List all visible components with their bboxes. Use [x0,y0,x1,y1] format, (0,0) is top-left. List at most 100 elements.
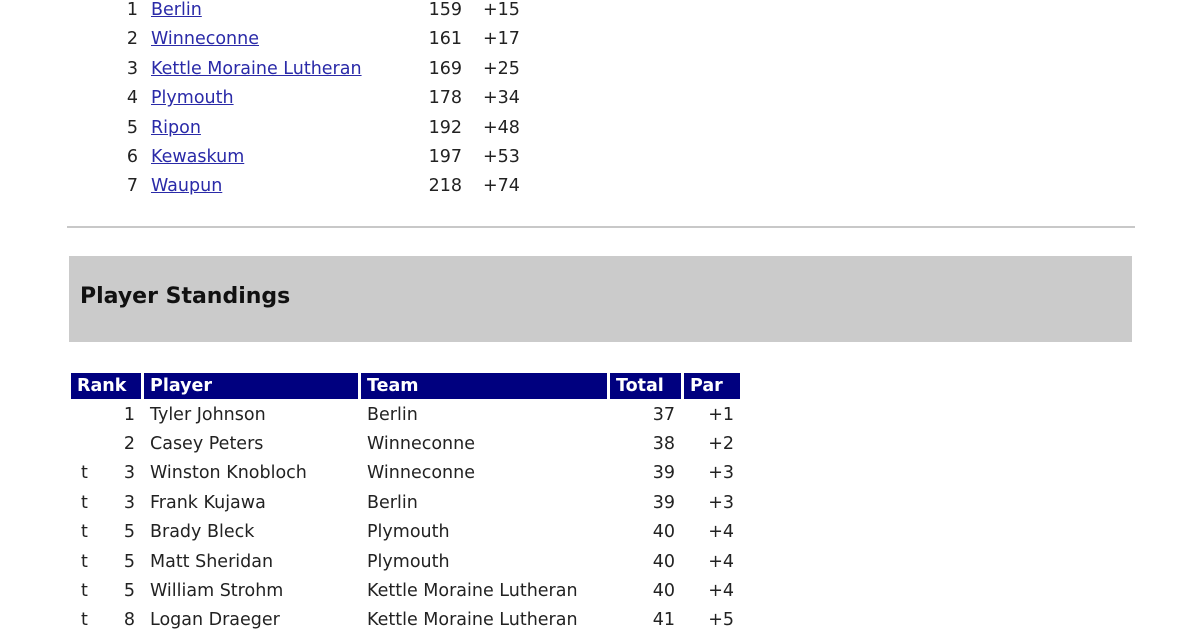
team-row: 2 Winneconne 161 +17 [0,25,600,54]
section-title: Player Standings [80,284,291,309]
team-total: 192 [428,117,462,138]
rank-cell: t8 [71,607,141,634]
player-par: +2 [708,434,734,455]
player-total: 39 [652,492,675,513]
table-row: t5 William Strohm Kettle Moraine Luthera… [71,577,740,604]
rank-value: 3 [123,492,135,513]
team-total: 178 [428,88,462,109]
tie-marker: t [81,581,88,602]
rank-value: 3 [123,463,135,484]
team-link[interactable]: Plymouth [151,84,234,113]
team-par: +15 [483,0,520,20]
table-row: 2 Casey Peters Winneconne 38 +2 [71,430,740,457]
rank-value: 8 [123,610,135,631]
team-rank: 7 [126,176,138,197]
player-name: William Strohm [150,581,284,602]
rank-value: 2 [123,434,135,455]
player-team: Kettle Moraine Lutheran [367,581,578,602]
team-total: 159 [428,0,462,20]
team-row: 7 Waupun 218 +74 [0,172,600,201]
player-total: 40 [652,551,675,572]
player-total: 40 [652,522,675,543]
tie-marker: t [81,551,88,572]
team-total: 169 [428,58,462,79]
table-row: t 5 Matt Sheridan Plymouth 40 +4 [71,548,740,575]
player-par: +3 [708,492,734,513]
team-rank: 2 [126,29,138,50]
column-header-team[interactable]: Team [361,373,607,399]
table-row: t3 Frank Kujawa Berlin 39 +3 [71,489,740,516]
team-rank: 1 [126,0,138,20]
player-total: 37 [652,404,675,425]
player-par: +5 [708,610,734,631]
column-header-total[interactable]: Total [610,373,681,399]
player-par: +4 [708,522,734,543]
team-row: 5 Ripon 192 +48 [0,114,600,143]
player-team: Plymouth [367,522,450,543]
player-team: Kettle Moraine Lutheran [367,610,578,631]
column-header-rank[interactable]: Rank [71,373,141,399]
team-link[interactable]: Waupun [151,172,222,201]
player-name: Brady Bleck [150,522,255,543]
rank-value: 5 [123,581,135,602]
team-row: 6 Kewaskum 197 +53 [0,143,600,172]
team-link[interactable]: Winneconne [151,25,259,54]
team-link[interactable]: Kettle Moraine Lutheran [151,55,362,84]
team-par: +74 [483,176,520,197]
team-par: +25 [483,58,520,79]
table-header-row: Rank Player Team Total Par [71,373,740,399]
section-divider [67,226,1135,228]
player-par: +4 [708,581,734,602]
team-row: 3 Kettle Moraine Lutheran 169 +25 [0,55,600,84]
team-par: +17 [483,29,520,50]
player-par: +3 [708,463,734,484]
player-total: 38 [652,434,675,455]
player-team: Winneconne [367,463,476,484]
player-team: Berlin [367,492,418,513]
team-rank: 3 [126,58,138,79]
table-row: 1 Tyler Johnson Berlin 37 +1 [71,401,740,428]
team-rank: 4 [126,88,138,109]
player-name: Logan Draeger [150,610,280,631]
table-row: t3 Winston Knobloch Winneconne 39 +3 [71,460,740,487]
rank-value: 5 [123,522,135,543]
team-link[interactable]: Berlin [151,0,202,25]
rank-cell: t5 [71,577,141,604]
rank-value: 5 [123,551,135,572]
rank-cell: t3 [71,489,141,516]
player-team: Berlin [367,404,418,425]
rank-cell: t5 [71,519,141,546]
player-total: 39 [652,463,675,484]
player-name: Tyler Johnson [150,404,266,425]
team-row: 4 Plymouth 178 +34 [0,84,600,113]
rank-cell: 1 [71,401,141,428]
team-par: +48 [483,117,520,138]
team-total: 161 [428,29,462,50]
team-rank: 6 [126,147,138,167]
tie-marker: t [81,492,88,513]
team-total: 197 [428,147,462,167]
team-par: +34 [483,88,520,109]
player-standings-table: Rank Player Team Total Par 1 Tyler Johns… [68,371,743,636]
column-header-par[interactable]: Par [684,373,740,399]
team-link[interactable]: Kewaskum [151,143,244,172]
rank-cell: 2 [71,430,141,457]
column-header-player[interactable]: Player [144,373,358,399]
rank-cell: t3 [71,460,141,487]
player-name: Winston Knobloch [150,463,307,484]
tie-marker: t [81,610,88,631]
player-standings-header: Player Standings [69,256,1132,342]
player-par: +4 [708,551,734,572]
team-row: 1 Berlin 159 +15 [0,0,600,25]
team-link[interactable]: Ripon [151,114,201,143]
tie-marker: t [81,463,88,484]
table-row: t5 Brady Bleck Plymouth 40 +4 [71,519,740,546]
team-total: 218 [428,176,462,197]
player-total: 40 [652,581,675,602]
player-par: +1 [708,404,734,425]
player-total: 41 [652,610,675,631]
player-name: Casey Peters [150,434,264,455]
rank-value: 1 [123,404,135,425]
player-name: Matt Sheridan [150,551,274,572]
player-team: Plymouth [367,551,450,572]
